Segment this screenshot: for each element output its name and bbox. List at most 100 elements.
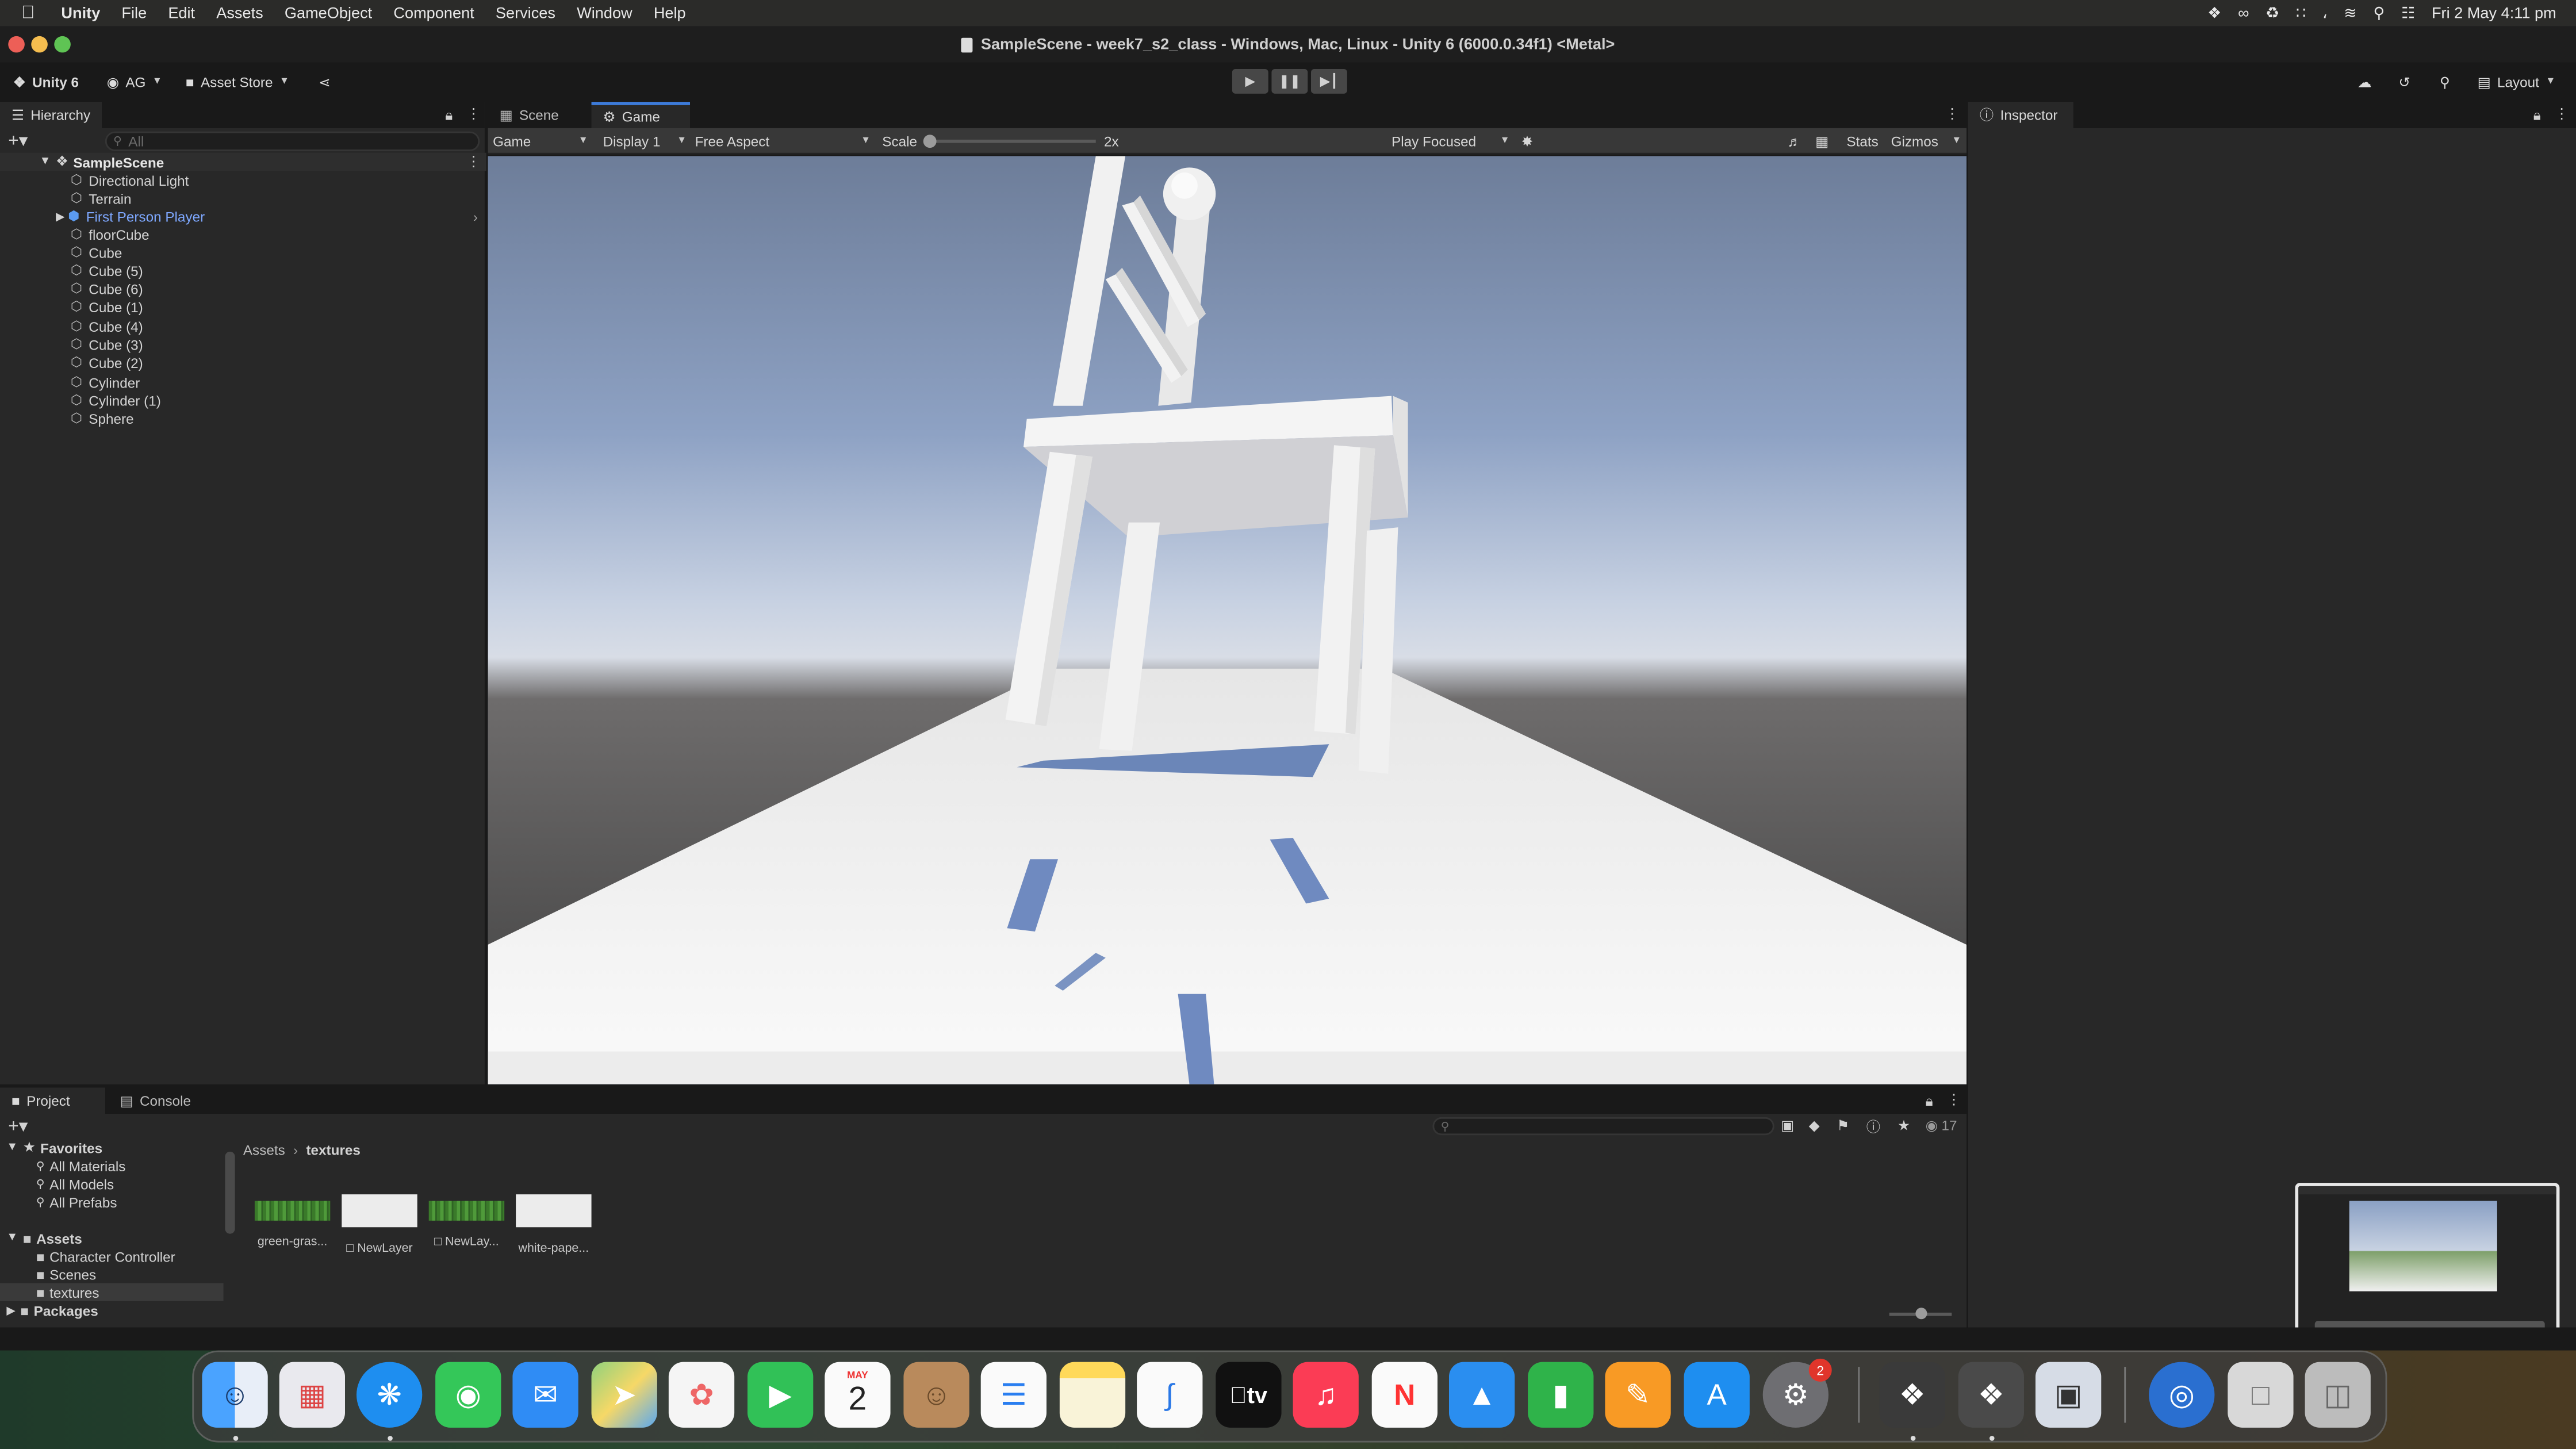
tree-scrollbar[interactable] — [225, 1151, 235, 1234]
tab-inspector[interactable]: ⓘ Inspector — [1968, 102, 2073, 128]
unity-editor-icon[interactable]: ❖ — [1958, 1362, 2024, 1428]
menu-component[interactable]: Component — [393, 4, 474, 22]
aspect-dropdown[interactable]: Free Aspect ▼ — [695, 128, 873, 155]
game-viewport[interactable] — [488, 156, 1966, 1084]
zoom-slider[interactable] — [1889, 1308, 1952, 1320]
asset-item[interactable]: □ NewLay... — [428, 1194, 505, 1248]
globe-folder-icon[interactable]: ◎ — [2149, 1362, 2215, 1428]
add-object-button[interactable]: +▾ — [8, 130, 28, 151]
game-mode-dropdown[interactable]: Game ▼ — [493, 128, 588, 155]
hierarchy-item[interactable]: ⬡ Cube — [69, 243, 122, 261]
reminders-icon[interactable]: ☰ — [980, 1362, 1046, 1428]
asset-store-dropdown[interactable]: ■ Asset Store ▼ — [178, 69, 298, 95]
create-asset-button[interactable]: +▾ — [8, 1116, 28, 1137]
more-options-icon[interactable]: ⋮ — [2555, 105, 2569, 123]
search-icon[interactable]: ⚲ — [2432, 69, 2458, 95]
more-options-icon[interactable]: ⋮ — [1945, 105, 1959, 123]
account-dropdown[interactable]: ◉ AG ▼ — [98, 69, 170, 95]
favorite-item[interactable]: ⚲ All Prefabs — [36, 1193, 117, 1210]
menu-help[interactable]: Help — [654, 4, 686, 22]
tab-hierarchy[interactable]: ☰ Hierarchy — [0, 102, 102, 128]
hierarchy-item[interactable]: ⬡ Cube (1) — [69, 297, 143, 315]
messages-icon[interactable]: ◉ — [435, 1362, 501, 1428]
hierarchy-item[interactable]: ⬡ Cylinder — [69, 373, 140, 391]
documents-stack-icon[interactable]: □ — [2228, 1362, 2294, 1428]
audio-icon[interactable]: ♬ — [1788, 128, 1801, 155]
favorite-item[interactable]: ⚲ All Models — [36, 1175, 114, 1193]
mail-icon[interactable]: ✉ — [512, 1362, 578, 1428]
notes-icon[interactable] — [1059, 1362, 1126, 1428]
screenshot-preview-thumbnail[interactable] — [2295, 1183, 2560, 1336]
hierarchy-item[interactable]: ⬡ Cube (4) — [69, 317, 143, 335]
play-button[interactable]: ▶ — [1232, 69, 1268, 94]
folder-item[interactable]: ■ Character Controller — [36, 1247, 175, 1265]
search-by-type-icon[interactable]: ▣ — [1781, 1117, 1794, 1135]
favorite-star-icon[interactable]: ★ — [1897, 1117, 1910, 1135]
play-focused-dropdown[interactable]: Play Focused ▼ — [1392, 128, 1510, 155]
stats-button[interactable]: Stats — [1846, 128, 1878, 155]
menu-edit[interactable]: Edit — [168, 4, 195, 22]
hierarchy-item[interactable]: ⬡ Terrain — [69, 189, 132, 207]
scene-row[interactable]: ▼ ❖ SampleScene ⋮ — [0, 152, 486, 171]
hierarchy-item[interactable]: ⬡ Directional Light — [69, 171, 189, 189]
keynote-icon[interactable]: ▲ — [1449, 1362, 1515, 1428]
more-options-icon[interactable]: ⋮ — [1947, 1091, 1961, 1109]
assets-header[interactable]: ▼ ■ Assets — [6, 1229, 82, 1247]
hierarchy-item[interactable]: ⬡ Sphere — [69, 409, 134, 427]
music-icon[interactable]: ♫ — [1293, 1362, 1359, 1428]
lock-icon[interactable]: 🔒︎ — [1926, 1092, 1933, 1110]
chevron-right-icon[interactable]: › — [473, 208, 478, 224]
breadcrumb-textures[interactable]: textures — [306, 1142, 361, 1159]
unity-status-icon[interactable]: ❖ — [2207, 4, 2221, 22]
apple-tv-icon[interactable]: tv — [1216, 1362, 1282, 1428]
scale-slider-handle[interactable] — [923, 135, 937, 148]
tag-icon[interactable]: ⚑ — [1837, 1117, 1849, 1135]
more-options-icon[interactable]: ⋮ — [466, 105, 480, 123]
hierarchy-item[interactable]: ⬡ Cube (3) — [69, 335, 143, 353]
lock-icon[interactable]: 🔒︎ — [2533, 107, 2541, 125]
menu-app-unity[interactable]: Unity — [61, 4, 100, 22]
favorite-item[interactable]: ⚲ All Materials — [36, 1156, 126, 1174]
safari-icon[interactable]: ❋ — [356, 1362, 423, 1428]
control-center-icon[interactable]: ☷ — [2401, 4, 2415, 22]
contacts-icon[interactable]: ☺ — [903, 1362, 969, 1428]
asset-item[interactable]: white-pape... — [516, 1194, 592, 1255]
tab-scene[interactable]: ▦ Scene — [488, 102, 584, 128]
display-dropdown[interactable]: Display 1 ▼ — [603, 128, 687, 155]
breadcrumb-assets[interactable]: Assets — [243, 1142, 285, 1159]
layout-dropdown[interactable]: ▤ Layout ▼ — [2469, 69, 2563, 95]
sync-icon[interactable]: ♻ — [2266, 4, 2279, 22]
wifi-icon[interactable]: ≋ — [2344, 4, 2357, 22]
menubar-clock[interactable]: Fri 2 May 4:11 pm — [2432, 4, 2556, 22]
creative-cloud-icon[interactable]: ∞ — [2238, 4, 2249, 22]
asset-item[interactable]: □ NewLayer — [342, 1194, 417, 1255]
folder-item[interactable]: ■ Scenes — [36, 1265, 96, 1283]
numbers-icon[interactable]: ▮ — [1528, 1362, 1594, 1428]
bluetooth-icon[interactable]: ، — [2322, 4, 2328, 22]
menu-assets[interactable]: Assets — [216, 4, 263, 22]
hierarchy-item[interactable]: ⬡ Cube (6) — [69, 279, 143, 297]
menu-services[interactable]: Services — [496, 4, 555, 22]
menu-window[interactable]: Window — [577, 4, 632, 22]
favorites-header[interactable]: ▼ ★ Favorites — [6, 1138, 102, 1156]
hierarchy-item[interactable]: ⬡ Cube (2) — [69, 353, 143, 371]
pause-button[interactable]: ❚❚ — [1271, 69, 1308, 94]
search-input[interactable]: ⚲ All — [105, 131, 480, 151]
apple-icon[interactable]:  — [21, 3, 35, 23]
maps-icon[interactable]: ➤ — [591, 1362, 657, 1428]
menu-gameobject[interactable]: GameObject — [285, 4, 372, 22]
info-toggle-icon[interactable]: ⓘ — [1866, 1117, 1880, 1137]
hierarchy-item[interactable]: ⬡ Cube (5) — [69, 261, 143, 279]
unity-hub-icon[interactable]: ❖ — [1879, 1362, 1945, 1428]
hierarchy-item[interactable]: ⬡ Cylinder (1) — [69, 391, 161, 409]
preview-app-icon[interactable]: ▣ — [2035, 1362, 2102, 1428]
unity-account-button[interactable]: ❖ Unity 6 — [5, 69, 87, 95]
news-icon[interactable]: N — [1371, 1362, 1438, 1428]
gizmos-button[interactable]: Gizmos ▼ — [1891, 128, 1964, 155]
menu-file[interactable]: File — [121, 4, 147, 22]
packages-header[interactable]: ▶ ■ Packages — [6, 1301, 98, 1319]
app-store-icon[interactable]: A — [1684, 1362, 1750, 1428]
filter-label-icon[interactable]: ◆ — [1809, 1117, 1820, 1135]
version-control-button[interactable]: ⋖ — [310, 69, 339, 95]
stats-toggle-icon[interactable]: ▦ — [1815, 128, 1828, 155]
